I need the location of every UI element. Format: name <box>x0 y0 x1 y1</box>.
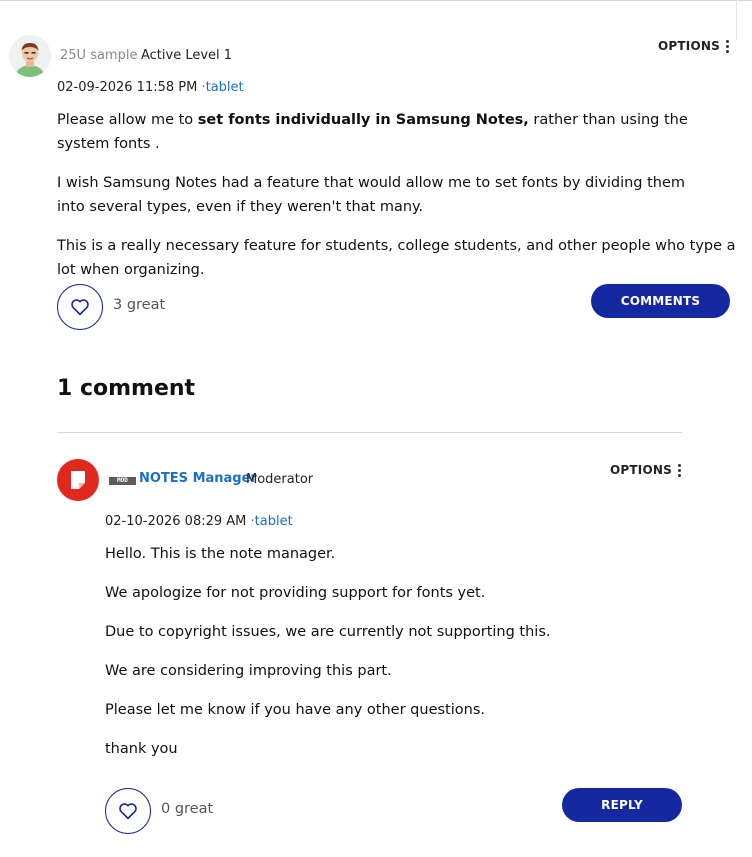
heart-outline-icon <box>71 299 89 316</box>
reply-line: We apologize for not providing support f… <box>105 585 486 601</box>
like-count[interactable]: 3 great <box>113 297 165 313</box>
notes-logo-icon[interactable] <box>57 459 99 501</box>
reply-body: Hello. This is the note manager. We apol… <box>105 542 685 761</box>
comments-heading: 1 comment <box>57 376 196 401</box>
post-timestamp: 02-09-2026 11:58 PM <box>57 80 198 95</box>
like-button[interactable] <box>57 284 103 330</box>
post-date: 02-09-2026 11:58 PM ·tablet <box>57 80 244 95</box>
post-paragraph-3: This is a really necessary feature for s… <box>57 238 736 278</box>
reply-like-count[interactable]: 0 great <box>161 801 213 817</box>
moderator-role: Moderator <box>246 472 314 487</box>
post-device-tag[interactable]: ·tablet <box>201 80 243 95</box>
heart-outline-icon <box>119 803 137 820</box>
author-rank: Active Level 1 <box>141 48 233 63</box>
top-divider <box>0 0 752 1</box>
author-name[interactable]: 25U sample <box>60 48 137 63</box>
reply-options-button[interactable]: OPTIONS <box>610 463 672 477</box>
post-paragraph-1: Please allow me to set fonts individuall… <box>57 112 688 152</box>
comments-divider <box>57 432 682 433</box>
reply-timestamp: 02-10-2026 08:29 AM <box>105 514 247 529</box>
reply-button[interactable]: REPLY <box>562 788 682 822</box>
kebab-menu-icon[interactable] <box>678 464 682 478</box>
moderator-name[interactable]: NOTES Manager <box>139 471 257 486</box>
kebab-menu-icon[interactable] <box>726 40 730 54</box>
reply-like-button[interactable] <box>105 788 151 834</box>
reply-line: thank you <box>105 741 178 757</box>
reply-line: We are considering improving this part. <box>105 663 392 679</box>
comments-button[interactable]: COMMENTS <box>591 284 730 318</box>
moderator-badge: MOD <box>109 477 136 485</box>
reply-device-tag[interactable]: ·tablet <box>251 514 293 529</box>
top-divider-tail <box>736 0 737 40</box>
reply-line: Hello. This is the note manager. <box>105 546 336 562</box>
user-avatar-icon[interactable] <box>9 35 51 77</box>
reply-date: 02-10-2026 08:29 AM ·tablet <box>105 514 293 529</box>
reply-line: Please let me know if you have any other… <box>105 702 485 718</box>
post-options-button[interactable]: OPTIONS <box>658 39 720 53</box>
post-paragraph-2: I wish Samsung Notes had a feature that … <box>57 175 686 215</box>
post-body: Please allow me to set fonts individuall… <box>57 108 741 282</box>
reply-line: Due to copyright issues, we are currentl… <box>105 624 551 640</box>
